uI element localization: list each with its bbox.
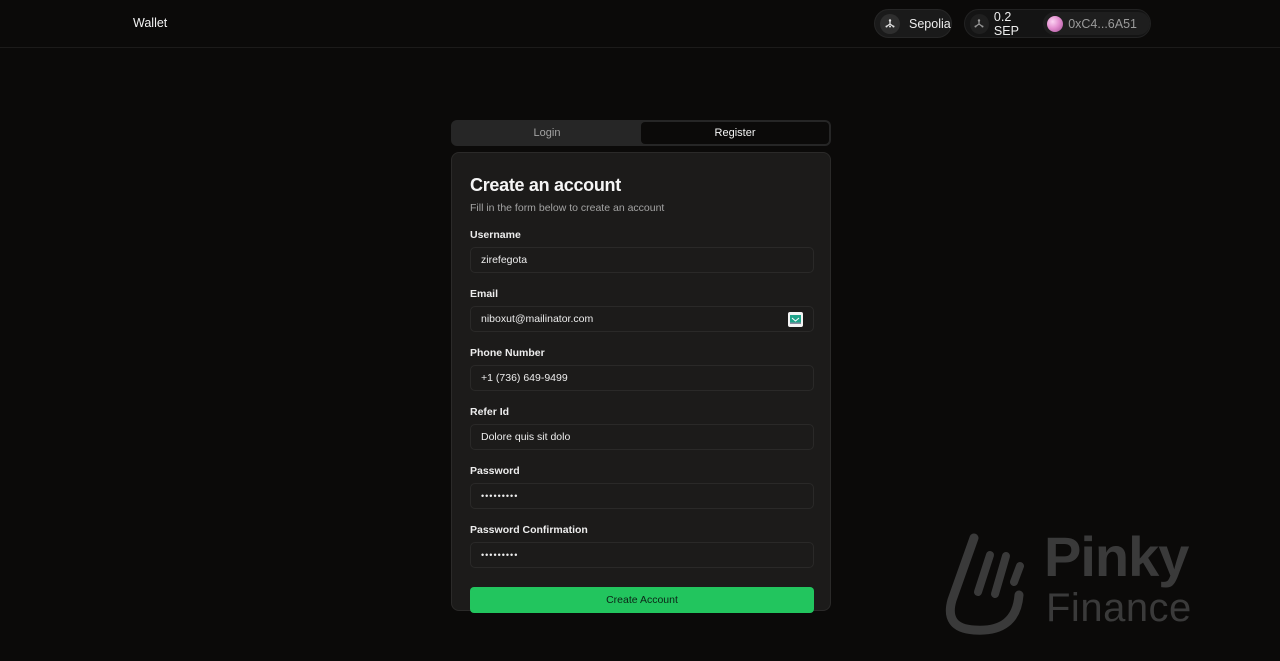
create-account-button[interactable]: Create Account <box>470 587 814 613</box>
password-confirmation-field-group: Password Confirmation ••••••••• <box>470 524 814 568</box>
email-label: Email <box>470 288 499 300</box>
refer-field-group: Refer Id Dolore quis sit dolo <box>470 406 814 450</box>
page-title: Create an account <box>470 175 621 195</box>
watermark-line1: Pinky <box>1044 525 1189 588</box>
password-confirmation-input[interactable]: ••••••••• <box>470 542 814 568</box>
page-subtitle: Fill in the form below to create an acco… <box>470 202 665 214</box>
wallet-address: 0xC4...6A51 <box>1068 16 1137 31</box>
refer-id-label: Refer Id <box>470 406 510 418</box>
brand-title[interactable]: Wallet <box>133 16 167 30</box>
password-field-group: Password ••••••••• <box>470 465 814 509</box>
phone-field-group: Phone Number +1 (736) 649-9499 <box>470 347 814 391</box>
network-icon <box>880 13 900 34</box>
auth-tabs: Login Register <box>451 120 831 146</box>
account-balance: 0.2 SEP <box>993 9 1019 38</box>
account-button[interactable]: 0.2 SEP 0xC4...6A51 <box>964 9 1151 38</box>
network-selector-button[interactable]: Sepolia <box>874 9 952 38</box>
phone-input[interactable]: +1 (736) 649-9499 <box>470 365 814 391</box>
refer-id-input[interactable]: Dolore quis sit dolo <box>470 424 814 450</box>
tab-login[interactable]: Login <box>453 122 641 144</box>
network-icon <box>970 13 989 34</box>
username-label: Username <box>470 229 521 241</box>
pinky-finance-watermark: Pinky Finance <box>944 525 1254 635</box>
username-field-group: Username zirefegota <box>470 229 814 273</box>
email-input[interactable]: niboxut@mailinator.com <box>470 306 814 332</box>
register-card: Create an account Fill in the form below… <box>451 152 831 613</box>
username-input[interactable]: zirefegota <box>470 247 814 273</box>
pinky-finance-logo-icon <box>945 533 1024 635</box>
password-label: Password <box>470 465 520 477</box>
tab-register[interactable]: Register <box>641 122 829 144</box>
password-confirmation-label: Password Confirmation <box>470 524 588 536</box>
address-chip[interactable]: 0xC4...6A51 <box>1043 12 1150 35</box>
avatar <box>1047 15 1064 32</box>
email-field-group: Email niboxut@mailinator.com <box>470 288 814 332</box>
top-header: Wallet Sepolia 0.2 SEP 0xC4...6A51 <box>0 0 1280 48</box>
phone-label: Phone Number <box>470 347 545 359</box>
password-input[interactable]: ••••••••• <box>470 483 814 509</box>
network-name: Sepolia <box>909 16 951 31</box>
email-value: niboxut@mailinator.com <box>481 313 594 325</box>
watermark-line2: Finance <box>1046 586 1192 630</box>
email-extension-icon[interactable] <box>788 312 803 327</box>
